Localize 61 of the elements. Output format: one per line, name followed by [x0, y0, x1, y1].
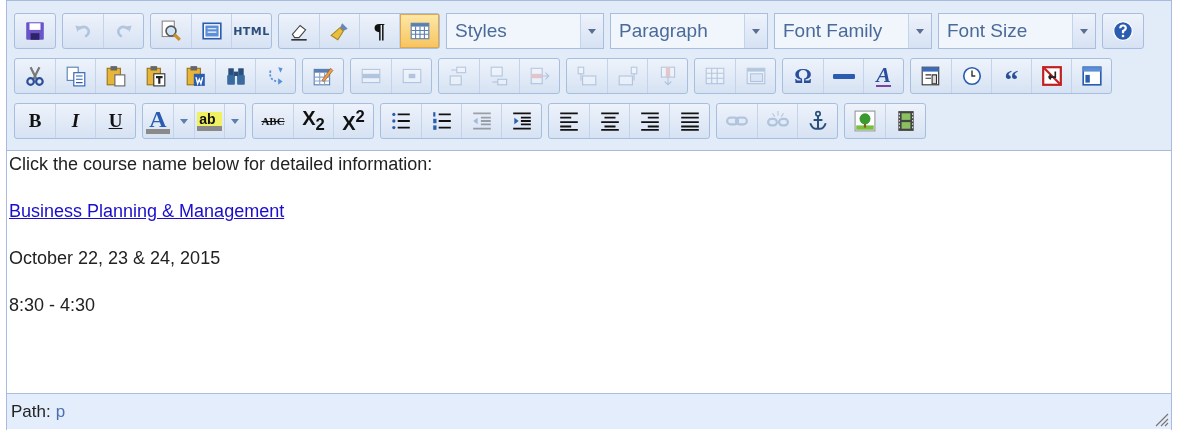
table-pencil-icon	[312, 65, 334, 87]
caret-icon	[752, 28, 760, 34]
caret-icon	[180, 118, 188, 124]
bullet-list-icon	[390, 110, 412, 132]
horizontal-bar-icon	[832, 73, 855, 79]
window-icon	[200, 20, 223, 42]
bold-button[interactable]: B	[15, 104, 55, 138]
row-arrow-icon	[528, 65, 551, 87]
underline-button[interactable]: U	[95, 104, 135, 138]
calendar-icon	[920, 65, 942, 87]
clock-icon	[960, 65, 983, 87]
special-character-button[interactable]: Ω	[783, 59, 823, 93]
tree-picture-icon	[854, 110, 876, 132]
paragraph-text: October 22, 23 & 24, 2015	[9, 247, 221, 269]
pages-icon	[64, 65, 87, 87]
course-link[interactable]: Business Planning & Management	[9, 201, 285, 221]
scissors-icon	[24, 65, 46, 87]
question-circle-icon	[1112, 20, 1134, 42]
window-icon	[1080, 65, 1103, 87]
indent-lines-icon	[510, 110, 533, 132]
align-lines-icon	[558, 110, 580, 132]
clipboard-icon	[184, 65, 207, 87]
align-lines-icon	[598, 110, 621, 132]
superscript-button[interactable]: X$^{2}$	[333, 104, 373, 138]
binoculars-icon	[224, 65, 247, 87]
clipboard-icon	[104, 65, 127, 87]
text-color-button[interactable]: A	[143, 104, 173, 138]
path-element-link[interactable]: p	[55, 401, 66, 422]
column-arrow-icon	[616, 65, 639, 87]
highlight-color-button[interactable]: ab	[194, 104, 224, 138]
dropdown[interactable]: Styles	[446, 13, 604, 49]
magnifier-page-icon	[160, 20, 182, 42]
caret-icon	[916, 28, 924, 34]
anchor-icon	[806, 110, 829, 132]
resize-grip-icon[interactable]	[1153, 411, 1169, 427]
blockquote-button[interactable]: “	[991, 59, 1031, 93]
caret-icon	[588, 28, 596, 34]
numbered-list-icon	[430, 110, 453, 132]
paragraph-text: 8:30 - 4:30	[9, 294, 96, 316]
caret-icon	[231, 118, 239, 124]
align-lines-icon	[638, 110, 661, 132]
table-grid-icon	[408, 20, 431, 42]
visual-aid-button[interactable]	[399, 14, 439, 48]
style-properties-button[interactable]: A	[863, 59, 903, 93]
dropdown[interactable]: Paragraph	[610, 13, 768, 49]
italic-button[interactable]: I	[55, 104, 95, 138]
align-lines-icon	[678, 110, 701, 132]
strikethrough-button[interactable]: ABC	[253, 104, 293, 138]
dropdown[interactable]: Font Size	[938, 13, 1096, 49]
column-arrow-icon	[576, 65, 598, 87]
clipboard-icon	[144, 65, 167, 87]
subscript-button[interactable]: X$_{2}$	[293, 104, 333, 138]
caret-icon	[1080, 28, 1088, 34]
table-grid-icon	[744, 65, 767, 87]
dropdown[interactable]: Font Family	[774, 13, 932, 49]
path-label: Path:	[11, 401, 51, 422]
paragraph-text: Click the course name below for detailed information:	[9, 153, 433, 175]
table-grid-icon	[704, 65, 726, 87]
outdent-lines-icon	[470, 110, 493, 132]
html-source-button[interactable]: HTML	[231, 14, 271, 48]
crossed-square-icon	[1040, 65, 1063, 87]
